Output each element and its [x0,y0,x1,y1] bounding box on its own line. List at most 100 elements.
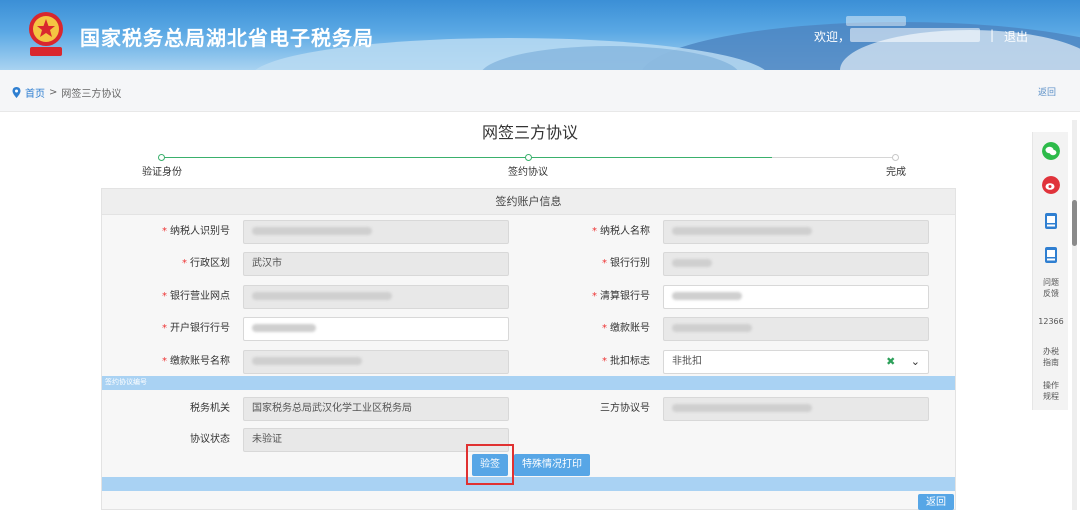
redacted-value [672,259,712,267]
logout-link[interactable]: 退出 [1004,28,1028,45]
redacted-value [252,292,392,300]
agreement-section-title: 签约协议编号 [105,378,147,386]
chevron-down-icon[interactable]: ⌄ [911,355,920,368]
special-print-button[interactable]: 特殊情况打印 [514,454,590,476]
region-label-text: 行政区划 [190,258,230,269]
scrollbar-thumb[interactable] [1072,200,1077,246]
taxpayer-id-field [243,220,509,244]
page-scrollbar[interactable] [1072,120,1077,510]
form-row: * 缴款账号名称 * 批扣标志 非批扣 ✖ ⌄ [102,350,955,374]
select-controls: ✖ ⌄ [886,351,920,373]
batch-flag-label-text: 批扣标志 [610,356,650,367]
breadcrumb: 首页 > 网签三方协议 [12,85,121,100]
pay-account-field [663,317,929,341]
taxpayer-name-label: * 纳税人名称 [542,220,650,244]
agreement-no-label: 三方协议号 [600,403,650,414]
required-mark: * [602,258,607,269]
opening-bank-no-input[interactable] [243,317,509,341]
redacted-value [252,324,316,332]
taxpayer-id-label: * 纳税人识别号 [122,220,230,244]
required-mark: * [162,323,167,334]
form-row: * 行政区划 武汉市 * 银行行别 [102,252,955,276]
required-mark: * [182,258,187,269]
hotline-text: 12366 [1038,317,1064,326]
redacted-value [672,292,742,300]
breadcrumb-home-link[interactable]: 首页 [25,85,45,100]
tax-office-label: 税务机关 [190,403,230,414]
back-button[interactable]: 返回 [918,494,954,510]
feedback-link[interactable]: 问题反馈 [1033,277,1069,299]
breadcrumb-bar: 首页 > 网签三方协议 返回 [0,70,1080,112]
site-title: 国家税务总局湖北省电子税务局 [80,26,374,50]
tax-office-field: 国家税务总局武汉化学工业区税务局 [243,397,509,421]
site-header: 国家税务总局湖北省电子税务局 欢迎， | 退出 [0,0,1080,70]
redacted-value [672,227,812,235]
form-row: 税务机关 国家税务总局武汉化学工业区税务局 三方协议号 [102,397,955,421]
clearing-bank-no-input[interactable] [663,285,929,309]
wechat-icon[interactable] [1042,142,1060,160]
form-row: * 银行营业网点 * 清算银行号 [102,285,955,309]
pay-account-name-label: * 缴款账号名称 [122,350,230,374]
header-separator: | [990,28,995,42]
manual-link[interactable]: 操作规程 [1033,380,1069,402]
step-line-pending [772,157,896,158]
weibo-icon[interactable] [1042,176,1060,194]
clearing-bank-no-label-text: 清算银行号 [600,291,650,302]
back-link[interactable]: 返回 [1038,85,1056,98]
step-label-2: 签约协议 [508,167,548,178]
bank-type-label-text: 银行行别 [610,258,650,269]
region-label: * 行政区划 [122,252,230,276]
pay-account-name-label-text: 缴款账号名称 [170,356,230,367]
required-mark: * [592,291,597,302]
page-title: 网签三方协议 [481,123,578,142]
required-mark: * [592,226,597,237]
bank-branch-field [243,285,509,309]
taxpayer-id-label-text: 纳税人识别号 [170,226,230,237]
required-mark: * [162,291,167,302]
batch-flag-label: * 批扣标志 [542,350,650,374]
batch-flag-value: 非批扣 [672,356,702,367]
step-dot-2 [525,154,532,161]
mobile-app-icon[interactable] [1042,212,1060,230]
mobile-app-icon[interactable] [1042,246,1060,264]
agreement-no-field [663,397,929,421]
pay-account-label-text: 缴款账号 [610,323,650,334]
user-info-redacted [846,16,906,26]
username-redacted [850,28,980,42]
form-row: 协议状态 未验证 [102,428,955,452]
step-line-complete [162,157,772,158]
opening-bank-no-label-text: 开户银行行号 [170,323,230,334]
step-label-1: 验证身份 [142,167,182,178]
highlight-box [466,444,514,485]
required-mark: * [602,356,607,367]
form-row: * 开户银行行号 * 缴款账号 [102,317,955,341]
bank-type-field [663,252,929,276]
tax-emblem-logo [29,12,63,56]
form-row: * 纳税人识别号 * 纳税人名称 [102,220,955,244]
clearing-bank-no-label: * 清算银行号 [542,285,650,309]
redacted-value [252,227,372,235]
step-label-3: 完成 [886,167,906,178]
clear-icon[interactable]: ✖ [886,355,895,368]
guide-link[interactable]: 办税指南 [1033,346,1069,368]
taxpayer-name-label-text: 纳税人名称 [600,226,650,237]
status-label: 协议状态 [190,434,230,445]
pay-account-label: * 缴款账号 [542,317,650,341]
location-pin-icon [12,87,21,98]
progress-steps: 验证身份 签约协议 完成 [100,152,956,178]
step-dot-3 [892,154,899,161]
redacted-value [252,357,362,365]
bank-type-label: * 银行行别 [542,252,650,276]
agreement-section-bar: 签约协议编号 [102,376,955,390]
region-field: 武汉市 [243,252,509,276]
opening-bank-no-label: * 开户银行行号 [122,317,230,341]
redacted-value [672,404,812,412]
redacted-value [672,324,752,332]
welcome-text: 欢迎， [814,30,851,44]
batch-flag-select[interactable]: 非批扣 ✖ ⌄ [663,350,929,374]
bank-branch-label-text: 银行营业网点 [170,291,230,302]
required-mark: * [162,226,167,237]
breadcrumb-separator: > [49,87,58,98]
panel-title: 签约账户信息 [102,189,955,215]
step-dot-1 [158,154,165,161]
